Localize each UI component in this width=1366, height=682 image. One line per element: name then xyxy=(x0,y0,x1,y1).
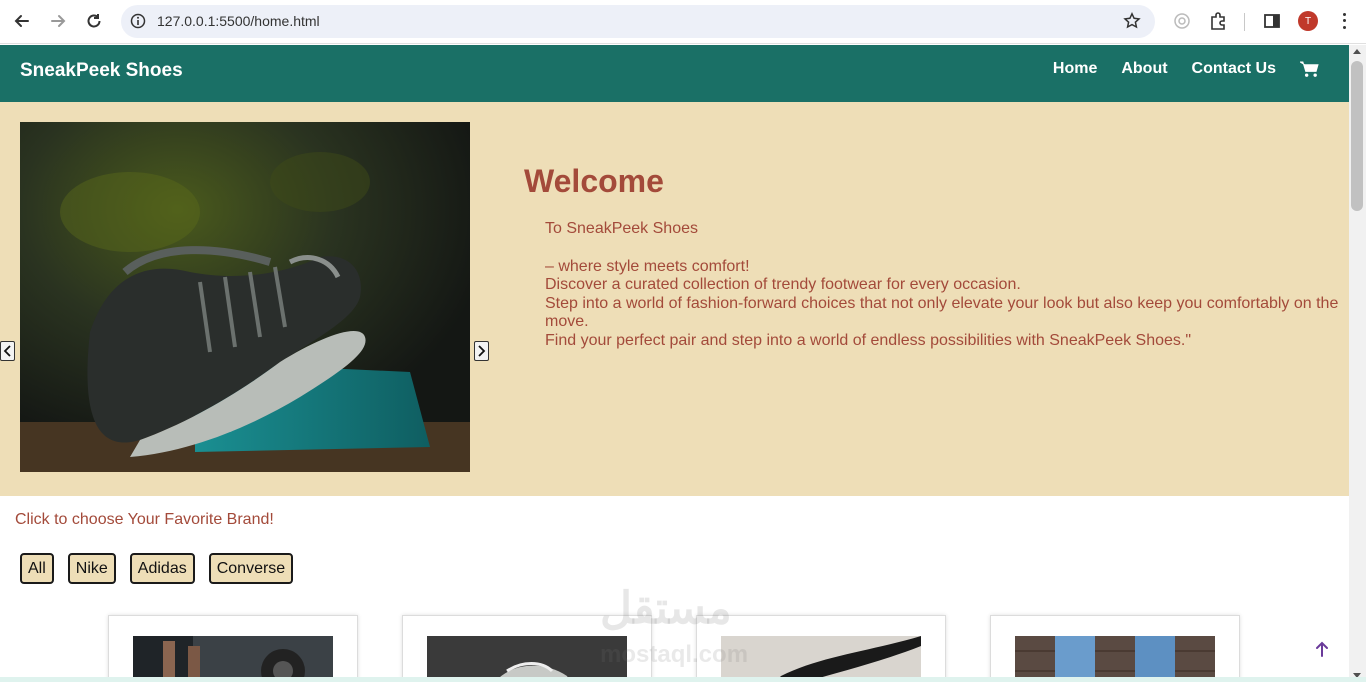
reload-icon[interactable] xyxy=(84,11,104,31)
cart-icon[interactable] xyxy=(1300,60,1319,78)
welcome-line: – where style meets comfort! xyxy=(545,257,750,275)
chevron-left-icon xyxy=(3,345,11,357)
welcome-subtitle: To SneakPeek Shoes xyxy=(545,220,698,237)
welcome-line: Find your perfect pair and step into a w… xyxy=(545,331,1192,349)
toolbar-divider xyxy=(1244,13,1245,31)
nav-links: Home About Contact Us xyxy=(1053,60,1319,78)
nav-about-link[interactable]: About xyxy=(1121,60,1167,78)
filter-nike-button[interactable]: Nike xyxy=(67,553,116,584)
address-bar[interactable]: 127.0.0.1:5500/home.html xyxy=(121,5,1155,38)
extension-icon[interactable] xyxy=(1172,11,1192,31)
puzzle-icon[interactable] xyxy=(1208,11,1228,31)
nav-home-link[interactable]: Home xyxy=(1053,60,1097,78)
welcome-heading: Welcome xyxy=(524,163,664,199)
browser-menu-icon[interactable] xyxy=(1336,11,1352,31)
slider-prev-button[interactable] xyxy=(0,341,15,361)
filter-converse-button[interactable]: Converse xyxy=(208,553,294,584)
shoe-slider-image: ✿ xyxy=(20,122,470,472)
brand-filters: All Nike Adidas Converse xyxy=(20,553,294,584)
back-to-top-icon[interactable] xyxy=(1314,640,1330,658)
site-navbar: SneakPeek Shoes Home About Contact Us xyxy=(0,45,1349,102)
welcome-line: Discover a curated collection of trendy … xyxy=(545,276,1021,293)
filter-all-button[interactable]: All xyxy=(20,553,54,584)
nav-contact-link[interactable]: Contact Us xyxy=(1192,60,1276,78)
welcome-text: To SneakPeek Shoes – where style meets c… xyxy=(545,220,1345,350)
product-image xyxy=(427,636,627,682)
scrollbar-thumb[interactable] xyxy=(1351,61,1363,211)
browser-toolbar: 127.0.0.1:5500/home.html T xyxy=(0,0,1366,44)
forward-icon[interactable] xyxy=(48,11,68,31)
product-image xyxy=(133,636,333,682)
product-image xyxy=(1015,636,1215,682)
page-viewport: SneakPeek Shoes Home About Contact Us We… xyxy=(0,45,1349,682)
slider-next-button[interactable] xyxy=(474,341,489,361)
side-panel-icon[interactable] xyxy=(1262,11,1282,31)
hero-section: ✿ Welcome To SneakPeek Shoes – whe xyxy=(0,102,1349,496)
brand-prompt: Click to choose Your Favorite Brand! xyxy=(15,511,274,528)
bookmark-star-icon[interactable] xyxy=(1123,12,1141,30)
welcome-line: Step into a world of fashion-forward cho… xyxy=(545,294,1339,331)
chevron-right-icon xyxy=(478,345,486,357)
product-card[interactable] xyxy=(990,615,1240,682)
watermark-logo: مستقل xyxy=(600,584,732,633)
product-card[interactable] xyxy=(108,615,358,682)
profile-avatar[interactable]: T xyxy=(1298,11,1318,31)
scroll-up-icon[interactable] xyxy=(1353,49,1361,54)
filter-adidas-button[interactable]: Adidas xyxy=(129,553,195,584)
watermark-text: mostaql.com xyxy=(600,641,749,668)
bottom-edge xyxy=(0,677,1366,682)
url-text[interactable]: 127.0.0.1:5500/home.html xyxy=(157,13,320,29)
product-image xyxy=(721,636,921,682)
page-scrollbar[interactable] xyxy=(1349,45,1366,682)
back-icon[interactable] xyxy=(12,11,32,31)
brand-logo[interactable]: SneakPeek Shoes xyxy=(20,60,183,82)
site-info-icon[interactable] xyxy=(130,13,146,29)
